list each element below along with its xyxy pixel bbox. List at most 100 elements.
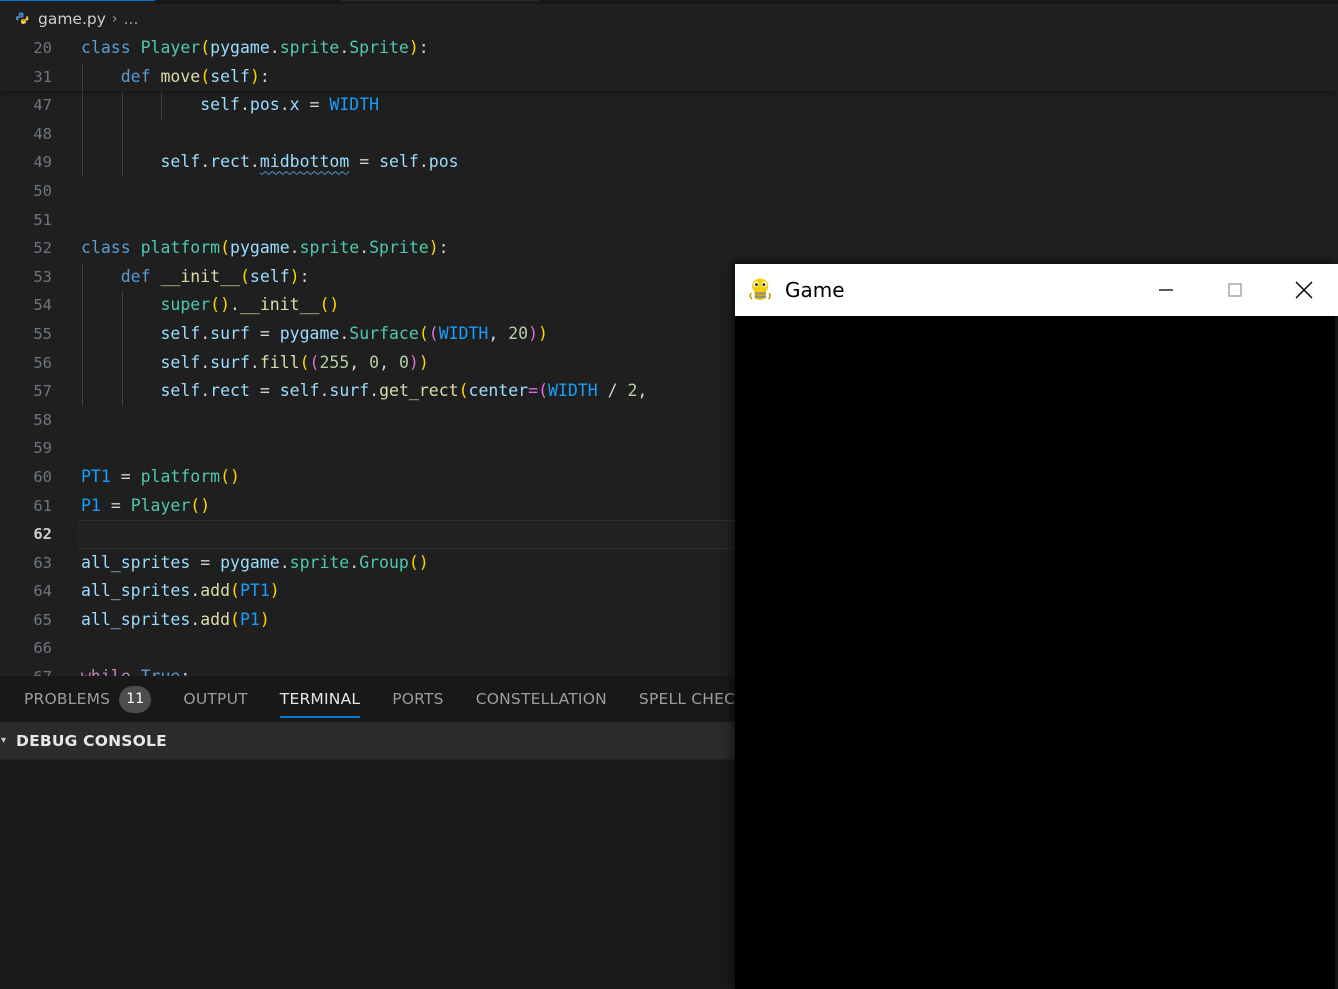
line-content[interactable]: all_sprites.add(PT1) <box>81 577 280 606</box>
code-token: rect <box>210 152 250 172</box>
code-line[interactable]: 48 <box>0 119 1338 149</box>
code-line[interactable]: 47 self.pos.x = WIDTH <box>0 91 1338 120</box>
code-token: self <box>160 323 201 343</box>
code-token: = <box>309 95 330 115</box>
line-number: 51 <box>33 210 52 229</box>
line-number: 63 <box>33 553 52 572</box>
code-token: . <box>279 95 290 115</box>
game-canvas[interactable] <box>735 316 1338 989</box>
code-line[interactable]: 52 class platform(pygame.sprite.Sprite): <box>0 234 1338 263</box>
code-token: pygame <box>279 323 340 343</box>
line-number: 53 <box>33 267 52 286</box>
code-token: ) <box>249 66 260 86</box>
code-token: sprite <box>299 238 360 258</box>
code-token: WIDTH <box>438 323 489 343</box>
panel-tab-ports[interactable]: PORTS <box>376 676 460 723</box>
code-token: = <box>120 466 141 486</box>
line-content[interactable]: while True: <box>81 663 190 676</box>
code-token: P1 <box>81 495 111 515</box>
line-content[interactable]: def __init__(self): <box>81 263 310 292</box>
line-number: 64 <box>33 582 52 601</box>
code-token: . <box>200 381 211 401</box>
close-button[interactable] <box>1269 264 1338 316</box>
line-content[interactable]: all_sprites.add(P1) <box>81 606 270 635</box>
line-content[interactable]: def move(self): <box>81 63 270 92</box>
code-token: __init__ <box>160 266 240 286</box>
code-token: : <box>438 238 449 258</box>
code-token: . <box>230 295 240 315</box>
code-token: / <box>607 381 628 401</box>
code-line[interactable]: 49 self.rect.midbottom = self.pos <box>0 148 1338 177</box>
minimize-icon <box>1158 289 1173 291</box>
code-line[interactable]: 51 <box>0 206 1338 235</box>
code-token: ) <box>528 323 539 343</box>
panel-tab-output[interactable]: OUTPUT <box>167 676 263 723</box>
code-token: = <box>259 323 280 343</box>
line-number: 54 <box>33 296 52 315</box>
code-token: 2 <box>627 381 638 401</box>
code-token: 255 <box>319 352 350 372</box>
line-content[interactable]: class Player(pygame.sprite.Sprite): <box>81 34 429 63</box>
code-token: ) <box>428 238 439 258</box>
breadcrumb-file[interactable]: game.py <box>38 10 106 28</box>
line-content[interactable]: PT1 = platform() <box>81 463 240 492</box>
game-window[interactable]: Game <box>735 264 1338 989</box>
code-line[interactable]: 50 <box>0 177 1338 206</box>
code-token: () <box>319 295 340 315</box>
code-token: self <box>210 66 250 86</box>
chevron-down-icon[interactable]: ▾ <box>1 736 13 746</box>
code-token: pygame <box>230 238 290 258</box>
line-number: 47 <box>33 96 52 115</box>
breadcrumb-overflow[interactable]: … <box>124 10 140 28</box>
game-window-titlebar[interactable]: Game <box>735 264 1338 316</box>
code-token: add <box>200 609 231 629</box>
code-token: sprite <box>289 552 350 572</box>
code-token: ) <box>259 609 270 629</box>
code-token: ) <box>408 38 419 57</box>
line-content[interactable]: all_sprites = pygame.sprite.Group() <box>81 549 429 578</box>
code-token: = <box>259 381 280 401</box>
code-token: . <box>249 352 260 372</box>
code-token: __init__ <box>239 295 320 315</box>
code-token: ( <box>538 381 548 401</box>
code-line[interactable]: 31 def move(self): <box>0 62 1338 92</box>
code-line[interactable]: 20 class Player(pygame.sprite.Sprite): <box>0 34 1338 63</box>
code-token: class <box>81 238 141 258</box>
maximize-button[interactable] <box>1200 264 1269 316</box>
line-content[interactable]: self.pos.x = WIDTH <box>81 91 379 120</box>
code-token: . <box>239 95 250 115</box>
line-number: 20 <box>33 39 52 57</box>
line-content[interactable]: self.surf.fill((255, 0, 0)) <box>81 349 428 378</box>
line-content[interactable]: class platform(pygame.sprite.Sprite): <box>81 234 449 263</box>
panel-tab-constellation[interactable]: CONSTELLATION <box>460 676 623 723</box>
code-token: surf <box>329 381 370 401</box>
game-window-title: Game <box>785 278 845 302</box>
breadcrumb[interactable]: game.py › … <box>0 4 1338 34</box>
panel-tab-terminal[interactable]: TERMINAL <box>264 676 376 723</box>
code-token: , <box>637 381 648 401</box>
code-token: , <box>488 323 509 343</box>
panel-tab-label: OUTPUT <box>183 690 248 708</box>
code-token: ( <box>428 323 439 343</box>
code-token: ( <box>230 609 240 629</box>
line-content[interactable]: self.surf = pygame.Surface((WIDTH, 20)) <box>81 320 548 349</box>
line-content[interactable]: P1 = Player() <box>81 492 210 521</box>
code-token: platform <box>140 466 221 486</box>
panel-tab-problems[interactable]: PROBLEMS 11 <box>8 676 167 723</box>
line-content[interactable]: self.rect.midbottom = self.pos <box>81 148 458 177</box>
code-token: () <box>220 466 240 486</box>
code-token: : <box>299 266 310 286</box>
line-number: 48 <box>33 124 52 143</box>
code-token: PT1 <box>81 466 121 486</box>
code-token: , <box>349 352 370 372</box>
code-token: Group <box>359 552 409 572</box>
line-content[interactable]: super().__init__() <box>81 291 339 320</box>
code-token: self <box>160 152 201 172</box>
code-token: ( <box>239 266 250 286</box>
minimize-button[interactable] <box>1131 264 1200 316</box>
line-content[interactable]: self.rect = self.surf.get_rect(center=(W… <box>81 377 647 406</box>
line-number: 56 <box>33 353 52 372</box>
sticky-scroll-header[interactable]: 20 class Player(pygame.sprite.Sprite): 31 … <box>0 34 1338 92</box>
line-number: 49 <box>33 153 52 172</box>
